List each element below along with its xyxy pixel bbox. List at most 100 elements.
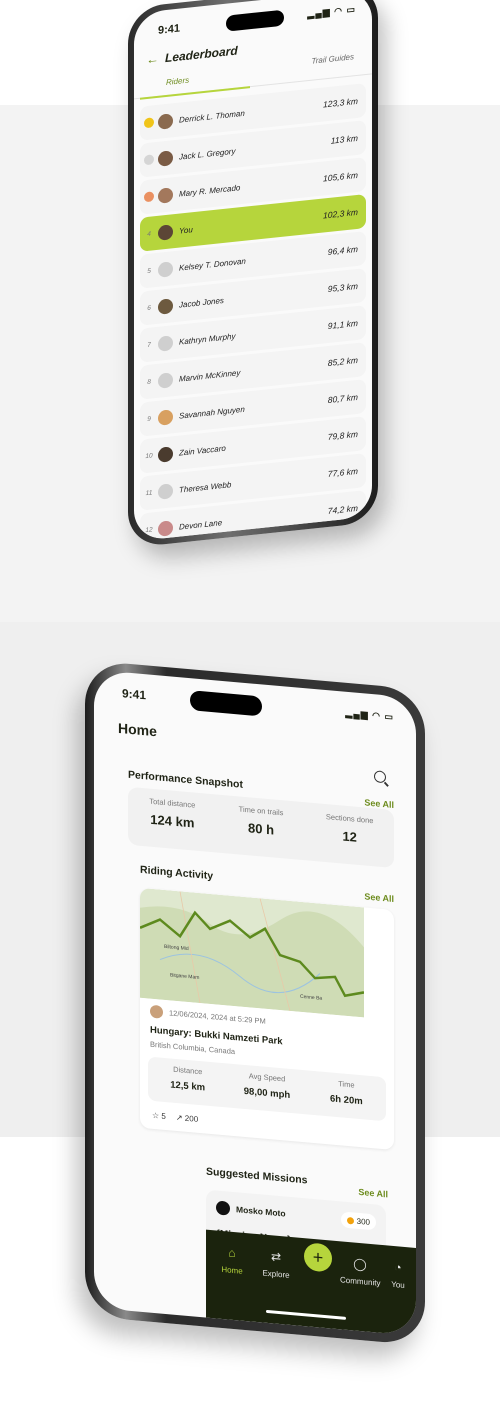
nav-explore[interactable]: ⇄ Explore	[256, 1248, 296, 1280]
stat-sections-done: Sections done 12	[305, 802, 394, 868]
activity-meta: 12/06/2024, 2024 at 5:29 PM	[150, 1004, 266, 1028]
rider-name: Kathryn Murphy	[179, 331, 236, 347]
status-time: 9:41	[158, 22, 181, 37]
avatar	[158, 334, 173, 352]
nav-label: Explore	[262, 1268, 290, 1280]
nav-you[interactable]: ◔ You	[378, 1259, 416, 1291]
route-map[interactable]: Biltong Mid Bitgane Mam Cenne Ba	[140, 887, 364, 1018]
rider-name: Zain Vaccaro	[179, 443, 226, 458]
search-icon[interactable]	[374, 770, 386, 784]
home-indicator	[266, 1309, 346, 1320]
status-icons: ▂▄▆ ◠ ▭	[345, 707, 394, 723]
stat-value: 12,5 km	[170, 1079, 206, 1094]
rank-number: 9	[147, 415, 151, 423]
rider-distance: 95,3 km	[327, 280, 358, 295]
activity-distance: Distance 12,5 km	[148, 1057, 227, 1108]
leaderboard-header: ← Leaderboard	[146, 42, 238, 67]
nav-label: You	[391, 1279, 405, 1290]
rider-distance: 113 km	[330, 132, 358, 146]
rank-number: 6	[147, 304, 151, 312]
status-icons: ▂▄▆ ◠ ▭	[307, 4, 356, 20]
avatar	[158, 223, 173, 241]
rank-number: 7	[147, 341, 151, 349]
dynamic-island	[190, 690, 262, 717]
phone-leaderboard: 9:41 ▂▄▆ ◠ ▭ ← Leaderboard Riders Trail …	[128, 0, 378, 549]
nav-home[interactable]: ⌂ Home	[212, 1244, 252, 1276]
page-title: Leaderboard	[165, 42, 238, 65]
nav-label: Home	[221, 1264, 243, 1276]
explore-icon: ⇄	[270, 1249, 282, 1265]
rider-name: Theresa Webb	[179, 479, 232, 495]
rank-number: 4	[147, 230, 151, 238]
rank-number: 11	[145, 488, 153, 497]
rider-name: Kelsey T. Donovan	[179, 256, 246, 273]
star-count: 5	[161, 1111, 166, 1122]
bottom-navigation: ⌂ Home ⇄ Explore + ◯ Community ◔ You	[206, 1229, 416, 1336]
avatar	[158, 297, 173, 315]
rider-distance: 77,6 km	[327, 465, 358, 480]
page-title: Home	[118, 719, 157, 740]
stat-total-distance: Total distance 124 km	[128, 787, 217, 853]
activity-card[interactable]: Biltong Mid Bitgane Mam Cenne Ba 12/06/2…	[140, 887, 394, 1151]
rank-number: 8	[147, 378, 151, 386]
avatar	[158, 149, 173, 167]
rank-medal-icon	[144, 191, 154, 203]
dynamic-island	[226, 9, 284, 32]
activity-location: British Columbia, Canada	[150, 1039, 236, 1057]
stat-value: 6h 20m	[329, 1093, 363, 1108]
activity-date: 12/06/2024, 2024 at 5:29 PM	[169, 1008, 266, 1026]
plus-icon: +	[312, 1246, 324, 1268]
tab-trail-guides[interactable]: Trail Guides	[311, 52, 354, 65]
avatar	[158, 112, 173, 130]
back-arrow-icon[interactable]: ←	[146, 51, 159, 67]
avatar	[158, 186, 173, 204]
phone-home: 9:41 ▂▄▆ ◠ ▭ Home Performance Snapshot S…	[85, 660, 425, 1346]
rank-number: 10	[145, 451, 153, 460]
rider-name: Marvin McKinney	[179, 367, 241, 384]
points-value: 300	[356, 1216, 370, 1227]
add-button[interactable]: +	[304, 1242, 332, 1273]
avatar	[158, 371, 173, 389]
missions-see-all-link[interactable]: See All	[358, 1187, 388, 1200]
tab-riders[interactable]: Riders	[166, 76, 189, 87]
stat-value: 98,00 mph	[243, 1085, 291, 1101]
share-button[interactable]: ↗ 200	[176, 1113, 198, 1124]
stat-label: Time on trails	[238, 804, 284, 818]
stat-label: Sections done	[325, 812, 374, 826]
rider-name: Derrick L. Thoman	[179, 108, 245, 125]
rank-number: 12	[145, 525, 153, 534]
activity-reactions: ☆ 5 ↗ 200	[152, 1111, 198, 1124]
nav-label: Community	[340, 1275, 381, 1288]
coin-icon	[346, 1216, 354, 1225]
share-icon: ↗	[175, 1112, 183, 1123]
riding-activity-title: Riding Activity	[140, 863, 214, 883]
share-count: 200	[184, 1113, 199, 1124]
points-badge: 300	[340, 1211, 376, 1231]
rider-distance: 102,3 km	[323, 206, 358, 221]
leaderboard-screen: 9:41 ▂▄▆ ◠ ▭ ← Leaderboard Riders Trail …	[134, 0, 372, 542]
stat-value: 12	[342, 828, 357, 845]
avatar	[158, 445, 173, 463]
rider-distance: 123,3 km	[323, 95, 358, 110]
profile-icon: ◔	[394, 1260, 402, 1275]
home-icon: ⌂	[228, 1245, 236, 1261]
nav-community[interactable]: ◯ Community	[340, 1255, 380, 1287]
rider-distance: 105,6 km	[323, 169, 358, 184]
brand-logo	[216, 1200, 230, 1216]
rider-distance: 79,8 km	[327, 428, 358, 443]
rider-distance: 80,7 km	[327, 391, 358, 406]
activity-time: Time 6h 20m	[307, 1070, 386, 1121]
avatar	[158, 408, 173, 426]
home-screen: 9:41 ▂▄▆ ◠ ▭ Home Performance Snapshot S…	[94, 669, 416, 1336]
stat-label: Time	[338, 1079, 355, 1090]
rider-name: Mary R. Mercado	[179, 182, 241, 199]
mission-brand: Mosko Moto	[236, 1204, 286, 1219]
stat-label: Total distance	[149, 796, 196, 810]
stat-value: 124 km	[150, 811, 195, 831]
rider-distance: 91,1 km	[327, 317, 358, 332]
rider-name: Savannah Nguyen	[179, 404, 245, 421]
chat-icon: ◯	[353, 1256, 367, 1272]
activity-see-all-link[interactable]: See All	[364, 891, 394, 904]
suggested-missions-title: Suggested Missions	[206, 1165, 308, 1187]
star-button[interactable]: ☆ 5	[152, 1111, 166, 1121]
